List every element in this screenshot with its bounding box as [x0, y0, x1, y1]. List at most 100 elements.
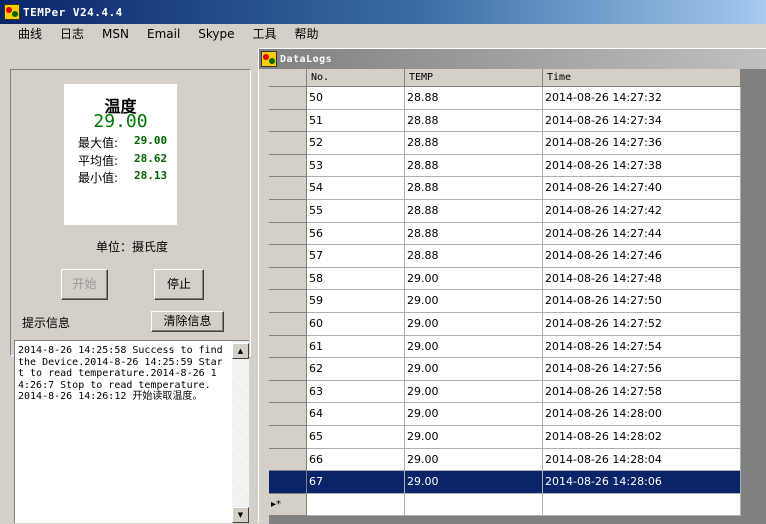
table-row[interactable]: 53 28.88 2014-08-26 14:27:38 — [269, 154, 741, 178]
table-cell[interactable]: 29.00 — [405, 290, 543, 313]
table-cell[interactable]: 56 — [307, 222, 405, 246]
table-cell[interactable]: 2014-08-26 14:27:48 — [543, 267, 741, 291]
row-selector[interactable] — [269, 426, 307, 449]
table-cell[interactable]: 28.88 — [405, 200, 543, 223]
datalogs-icon[interactable] — [261, 51, 277, 67]
row-selector[interactable] — [269, 358, 307, 381]
menu-help[interactable]: 帮助 — [286, 24, 328, 45]
menu-curve[interactable]: 曲线 — [9, 24, 51, 45]
table-cell[interactable]: 28.88 — [405, 222, 543, 246]
table-cell[interactable]: 53 — [307, 154, 405, 178]
table-cell[interactable]: 29.00 — [405, 335, 543, 359]
table-cell[interactable]: 2014-08-26 14:27:52 — [543, 313, 741, 336]
menu-msn[interactable]: MSN — [93, 24, 138, 45]
log-scrollbar[interactable]: ▲ ▼ — [232, 341, 249, 523]
table-cell[interactable]: 55 — [307, 200, 405, 223]
row-selector[interactable] — [269, 471, 307, 494]
table-cell[interactable]: 2014-08-26 14:27:44 — [543, 222, 741, 246]
table-cell[interactable]: 2014-08-26 14:27:58 — [543, 380, 741, 404]
menu-email[interactable]: Email — [138, 24, 189, 45]
row-selector[interactable] — [269, 177, 307, 200]
row-selector[interactable] — [269, 313, 307, 336]
table-cell[interactable]: 62 — [307, 358, 405, 381]
table-cell[interactable]: 52 — [307, 132, 405, 155]
table-row[interactable]: 59 29.00 2014-08-26 14:27:50 — [269, 290, 741, 313]
table-cell[interactable]: 58 — [307, 267, 405, 291]
table-cell[interactable]: 66 — [307, 448, 405, 472]
start-button[interactable]: 开始 — [61, 269, 108, 300]
table-cell[interactable]: 2014-08-26 14:27:54 — [543, 335, 741, 359]
table-cell[interactable]: 2014-08-26 14:28:00 — [543, 403, 741, 426]
table-row[interactable]: 66 29.00 2014-08-26 14:28:04 — [269, 448, 741, 472]
row-selector[interactable] — [269, 154, 307, 178]
table-cell[interactable]: 51 — [307, 109, 405, 133]
table-cell[interactable]: 54 — [307, 177, 405, 200]
column-header-temp[interactable]: TEMP — [405, 69, 543, 87]
table-row[interactable]: 52 28.88 2014-08-26 14:27:36 — [269, 132, 741, 155]
table-cell[interactable]: 29.00 — [405, 313, 543, 336]
table-row[interactable]: 58 29.00 2014-08-26 14:27:48 — [269, 267, 741, 291]
app-icon[interactable] — [4, 4, 20, 20]
scroll-down-icon[interactable]: ▼ — [232, 507, 249, 523]
row-selector[interactable] — [269, 245, 307, 268]
table-cell[interactable]: 67 — [307, 471, 405, 494]
row-selector[interactable] — [269, 380, 307, 404]
table-cell[interactable]: 29.00 — [405, 448, 543, 472]
table-cell[interactable]: 2014-08-26 14:28:06 — [543, 471, 741, 494]
table-row[interactable]: 50 28.88 2014-08-26 14:27:32 — [269, 87, 741, 110]
table-cell[interactable]: 2014-08-26 14:27:38 — [543, 154, 741, 178]
menu-skype[interactable]: Skype — [189, 24, 243, 45]
table-cell[interactable]: 29.00 — [405, 267, 543, 291]
column-header-no[interactable]: No. — [307, 69, 405, 87]
table-cell[interactable]: 50 — [307, 87, 405, 110]
table-cell[interactable]: 2014-08-26 14:27:36 — [543, 132, 741, 155]
table-row[interactable]: 64 29.00 2014-08-26 14:28:00 — [269, 403, 741, 426]
table-row[interactable]: 62 29.00 2014-08-26 14:27:56 — [269, 358, 741, 381]
table-cell[interactable]: 2014-08-26 14:27:46 — [543, 245, 741, 268]
table-row[interactable]: 67 29.00 2014-08-26 14:28:06 — [269, 471, 741, 494]
row-selector[interactable] — [269, 403, 307, 426]
table-cell[interactable]: 2014-08-26 14:27:34 — [543, 109, 741, 133]
table-cell[interactable]: 28.88 — [405, 154, 543, 178]
table-cell[interactable]: 28.88 — [405, 132, 543, 155]
column-header-time[interactable]: Time — [543, 69, 741, 87]
table-cell[interactable]: 2014-08-26 14:27:40 — [543, 177, 741, 200]
datalogs-grid[interactable]: No. TEMP Time 50 28.88 2014-08-26 14:27:32… — [269, 69, 766, 524]
menu-log[interactable]: 日志 — [51, 24, 93, 45]
row-selector[interactable] — [269, 448, 307, 472]
table-cell[interactable]: 2014-08-26 14:28:04 — [543, 448, 741, 472]
table-cell[interactable]: 57 — [307, 245, 405, 268]
table-cell[interactable]: 60 — [307, 313, 405, 336]
table-cell[interactable]: 29.00 — [405, 471, 543, 494]
table-row[interactable]: 55 28.88 2014-08-26 14:27:42 — [269, 200, 741, 223]
table-cell[interactable]: 2014-08-26 14:27:32 — [543, 87, 741, 110]
row-selector[interactable] — [269, 109, 307, 133]
table-cell[interactable]: 59 — [307, 290, 405, 313]
table-row[interactable]: 61 29.00 2014-08-26 14:27:54 — [269, 335, 741, 359]
table-cell[interactable]: 28.88 — [405, 177, 543, 200]
table-cell[interactable]: 29.00 — [405, 403, 543, 426]
row-selector[interactable] — [269, 222, 307, 246]
table-cell[interactable]: 2014-08-26 14:27:50 — [543, 290, 741, 313]
table-cell[interactable]: 64 — [307, 403, 405, 426]
table-cell[interactable]: 65 — [307, 426, 405, 449]
table-cell[interactable] — [307, 493, 405, 517]
table-row[interactable]: 57 28.88 2014-08-26 14:27:46 — [269, 245, 741, 268]
clear-info-button[interactable]: 清除信息 — [151, 311, 224, 332]
table-row[interactable]: 54 28.88 2014-08-26 14:27:40 — [269, 177, 741, 200]
new-record-marker[interactable]: ▸* — [269, 493, 307, 517]
table-cell[interactable]: 28.88 — [405, 87, 543, 110]
menu-tools[interactable]: 工具 — [244, 24, 286, 45]
table-cell[interactable]: 61 — [307, 335, 405, 359]
table-cell[interactable]: 29.00 — [405, 380, 543, 404]
scroll-up-icon[interactable]: ▲ — [232, 343, 249, 359]
row-selector[interactable] — [269, 200, 307, 223]
table-cell[interactable]: 29.00 — [405, 426, 543, 449]
table-cell[interactable]: 2014-08-26 14:28:02 — [543, 426, 741, 449]
new-record-row[interactable]: ▸* — [269, 493, 741, 517]
table-cell[interactable]: 63 — [307, 380, 405, 404]
table-row[interactable]: 65 29.00 2014-08-26 14:28:02 — [269, 426, 741, 449]
table-cell[interactable]: 2014-08-26 14:27:42 — [543, 200, 741, 223]
table-row[interactable]: 63 29.00 2014-08-26 14:27:58 — [269, 380, 741, 404]
stop-button[interactable]: 停止 — [154, 269, 204, 300]
